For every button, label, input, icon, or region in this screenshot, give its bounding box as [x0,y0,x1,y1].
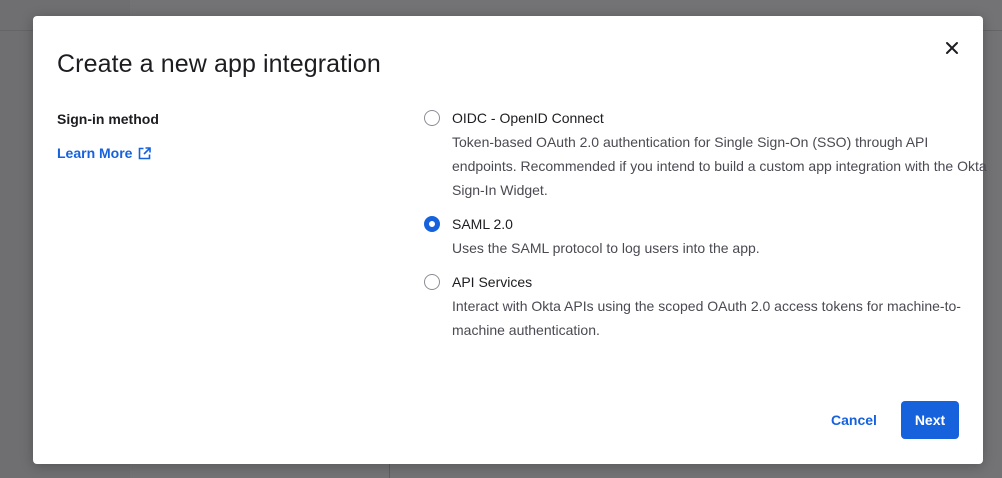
sign-in-method-label: Sign-in method [57,111,159,127]
radio-option-api-services[interactable]: API Services Interact with Okta APIs usi… [423,272,992,342]
option-title: OIDC - OpenID Connect [452,110,604,126]
option-description: Uses the SAML protocol to log users into… [452,240,760,256]
option-description: Token-based OAuth 2.0 authentication for… [452,134,987,198]
radio-option-saml[interactable]: SAML 2.0 Uses the SAML protocol to log u… [423,214,992,260]
external-link-icon [139,146,152,159]
learn-more-link[interactable]: Learn More [57,145,152,161]
create-app-integration-dialog: Create a new app integration Sign-in met… [33,16,987,464]
next-button[interactable]: Next [901,401,959,439]
radio-api-services[interactable] [424,274,440,290]
option-description: Interact with Okta APIs using the scoped… [452,298,961,338]
dialog-title: Create a new app integration [57,50,381,78]
option-title: API Services [452,274,533,290]
close-button[interactable] [941,37,963,59]
option-title: SAML 2.0 [452,216,513,232]
radio-saml[interactable] [424,216,440,232]
learn-more-label: Learn More [57,145,133,161]
radio-option-oidc[interactable]: OIDC - OpenID Connect Token-based OAuth … [423,108,992,202]
cancel-button[interactable]: Cancel [821,402,887,438]
radio-oidc[interactable] [424,110,440,126]
close-icon [946,42,958,54]
